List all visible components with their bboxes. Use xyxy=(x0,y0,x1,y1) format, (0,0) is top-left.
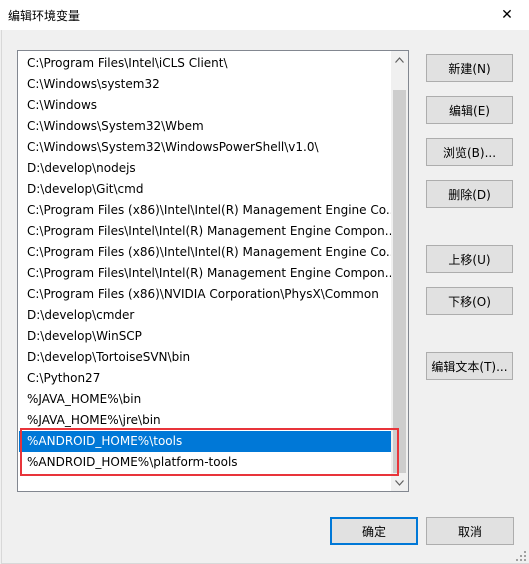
browse-button[interactable]: 浏览(B)... xyxy=(426,138,513,166)
vertical-scrollbar[interactable] xyxy=(391,51,408,491)
scroll-down-button[interactable] xyxy=(391,474,408,491)
path-list-item[interactable]: C:\Python27 xyxy=(19,368,393,389)
path-list[interactable]: C:\Program Files\Intel\iCLS Client\ C:\Wi… xyxy=(17,50,409,492)
cancel-button[interactable]: 取消 xyxy=(426,517,514,545)
path-list-item[interactable]: C:\Program Files (x86)\NVIDIA Corporatio… xyxy=(19,284,393,305)
path-list-item[interactable]: C:\Program Files (x86)\Intel\Intel(R) Ma… xyxy=(19,242,393,263)
path-list-item[interactable]: C:\Windows xyxy=(19,95,393,116)
move-down-button[interactable]: 下移(O) xyxy=(426,287,513,315)
chevron-down-icon xyxy=(395,479,404,486)
title-bar: 编辑环境变量 ✕ xyxy=(0,0,529,30)
path-list-item[interactable]: %ANDROID_HOME%\tools xyxy=(19,431,393,452)
ok-button[interactable]: 确定 xyxy=(330,517,418,545)
move-up-button[interactable]: 上移(U) xyxy=(426,245,513,273)
new-button[interactable]: 新建(N) xyxy=(426,54,513,82)
path-list-item[interactable]: C:\Windows\System32\Wbem xyxy=(19,116,393,137)
window-title: 编辑环境变量 xyxy=(8,9,81,23)
edit-button[interactable]: 编辑(E) xyxy=(426,96,513,124)
path-list-item[interactable]: C:\Program Files\Intel\Intel(R) Manageme… xyxy=(19,263,393,284)
path-list-item[interactable]: D:\develop\cmder xyxy=(19,305,393,326)
path-list-item[interactable]: %JAVA_HOME%\bin xyxy=(19,389,393,410)
path-list-rows: C:\Program Files\Intel\iCLS Client\ C:\Wi… xyxy=(19,53,393,473)
path-list-item[interactable]: %ANDROID_HOME%\platform-tools xyxy=(19,452,393,473)
scrollbar-thumb[interactable] xyxy=(393,90,406,473)
path-list-item[interactable]: %JAVA_HOME%\jre\bin xyxy=(19,410,393,431)
path-list-item[interactable]: D:\develop\WinSCP xyxy=(19,326,393,347)
path-list-item[interactable]: D:\develop\Git\cmd xyxy=(19,179,393,200)
path-list-item[interactable]: D:\develop\TortoiseSVN\bin xyxy=(19,347,393,368)
close-icon: ✕ xyxy=(501,7,513,23)
close-button[interactable]: ✕ xyxy=(485,0,529,30)
path-list-item[interactable]: C:\Windows\System32\WindowsPowerShell\v1… xyxy=(19,137,393,158)
resize-grip-icon[interactable] xyxy=(516,551,526,561)
path-list-item[interactable]: C:\Windows\system32 xyxy=(19,74,393,95)
path-list-item[interactable]: C:\Program Files\Intel\iCLS Client\ xyxy=(19,53,393,74)
chevron-up-icon xyxy=(395,56,404,63)
path-list-item[interactable]: D:\develop\nodejs xyxy=(19,158,393,179)
path-list-item[interactable]: C:\Program Files (x86)\Intel\Intel(R) Ma… xyxy=(19,200,393,221)
path-list-item[interactable]: C:\Program Files\Intel\Intel(R) Manageme… xyxy=(19,221,393,242)
edit-text-button[interactable]: 编辑文本(T)... xyxy=(426,352,513,380)
scroll-up-button[interactable] xyxy=(391,51,408,68)
delete-button[interactable]: 删除(D) xyxy=(426,180,513,208)
